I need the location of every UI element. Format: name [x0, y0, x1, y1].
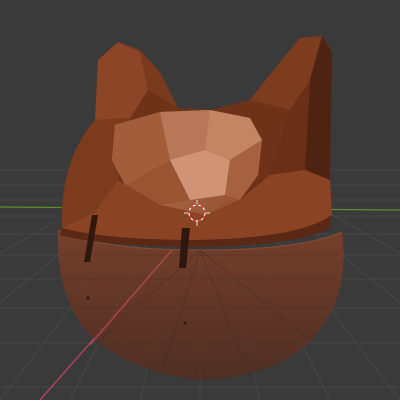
- viewport-canvas[interactable]: [0, 0, 400, 400]
- mesh-body: [60, 36, 332, 268]
- 3d-viewport[interactable]: [0, 0, 400, 400]
- mesh-ghost-base: [57, 229, 344, 380]
